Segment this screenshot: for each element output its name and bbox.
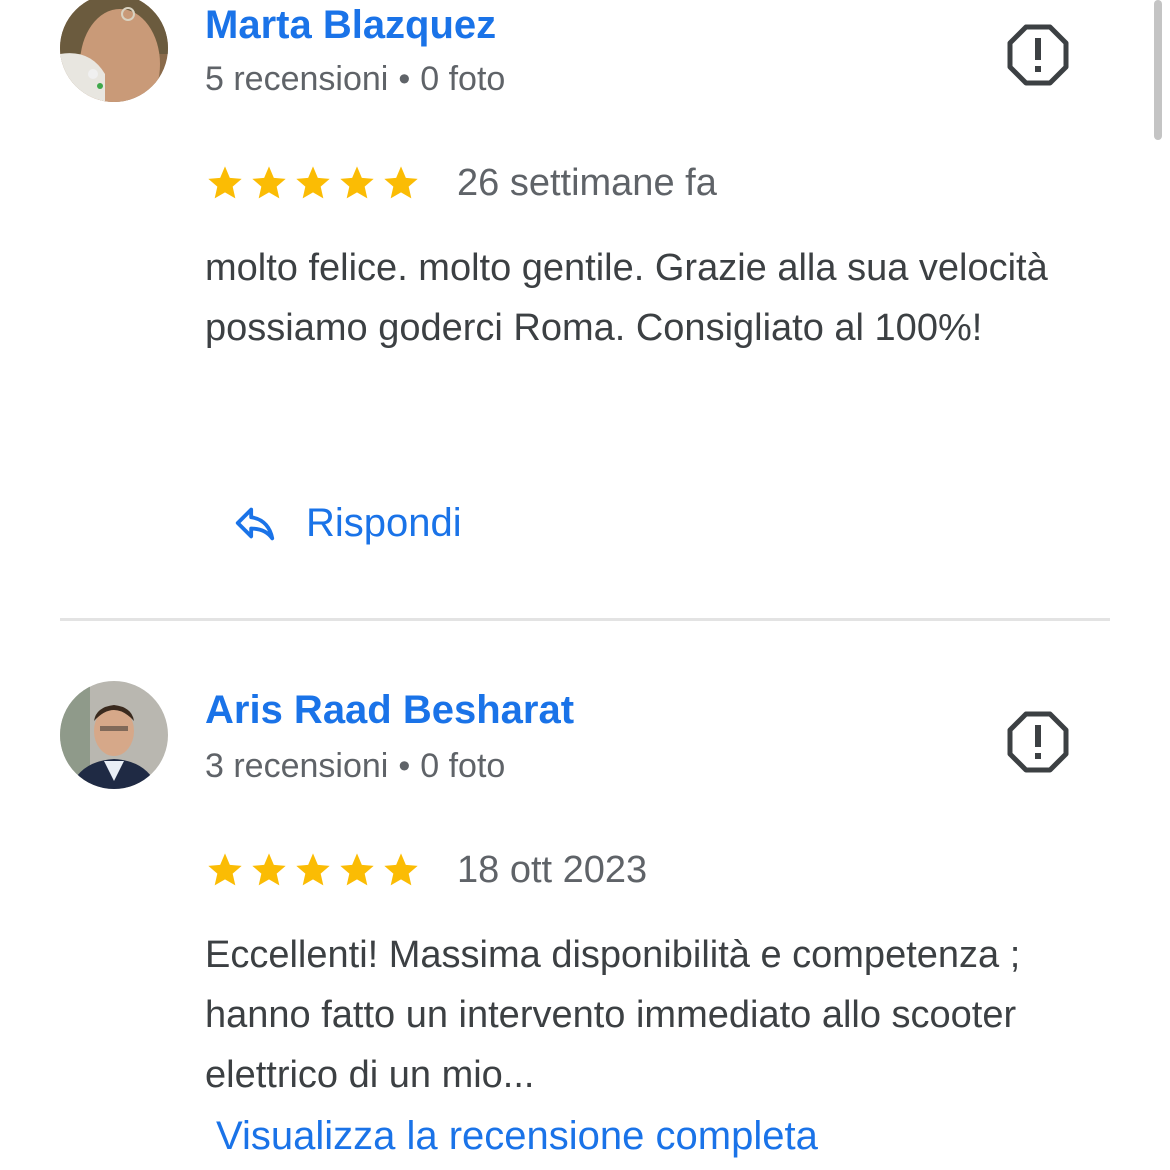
star-icon	[340, 853, 374, 886]
author-name[interactable]: Aris Raad Besharat	[205, 690, 574, 730]
star-icon	[384, 166, 418, 199]
review-text: Eccellenti! Massima disponibilità e comp…	[205, 934, 1021, 1096]
star-icon	[252, 166, 286, 199]
reply-label: Rispondi	[306, 500, 462, 545]
star-rating	[205, 163, 421, 203]
star-icon	[208, 166, 242, 199]
star-icon	[296, 166, 330, 199]
review-date: 26 settimane fa	[457, 161, 717, 204]
report-icon[interactable]	[1006, 23, 1070, 87]
review-card: Aris Raad Besharat 3 recensioni • 0 foto 1…	[0, 680, 1170, 1170]
star-icon	[384, 853, 418, 886]
review-card: Marta Blazquez 5 recensioni • 0 foto 26 se…	[0, 0, 1170, 620]
avatar[interactable]	[60, 0, 168, 102]
review-count: 5 recensioni	[205, 60, 389, 98]
rating-row: 26 settimane fa	[205, 160, 717, 206]
star-icon	[340, 166, 374, 199]
star-rating	[205, 850, 421, 890]
read-more-link[interactable]: Visualizza la recensione completa	[216, 1116, 818, 1156]
star-icon	[296, 853, 330, 886]
report-icon[interactable]	[1006, 710, 1070, 774]
photo-count: 0 foto	[420, 60, 506, 98]
review-count: 3 recensioni	[205, 747, 389, 785]
review-text: molto felice. molto gentile. Grazie alla…	[205, 247, 1048, 349]
author-meta: 3 recensioni • 0 foto	[205, 749, 505, 783]
author-meta: 5 recensioni • 0 foto	[205, 62, 505, 96]
rating-row: 18 ott 2023	[205, 847, 647, 893]
star-icon	[208, 853, 242, 886]
author-name[interactable]: Marta Blazquez	[205, 5, 496, 45]
reply-button[interactable]: Rispondi	[232, 500, 462, 546]
photo-count: 0 foto	[420, 747, 506, 785]
divider	[60, 618, 1110, 621]
avatar[interactable]	[60, 681, 168, 789]
star-icon	[252, 853, 286, 886]
meta-separator: •	[398, 747, 411, 785]
meta-separator: •	[398, 60, 411, 98]
review-date: 18 ott 2023	[457, 848, 648, 891]
reply-arrow-icon	[235, 507, 275, 541]
